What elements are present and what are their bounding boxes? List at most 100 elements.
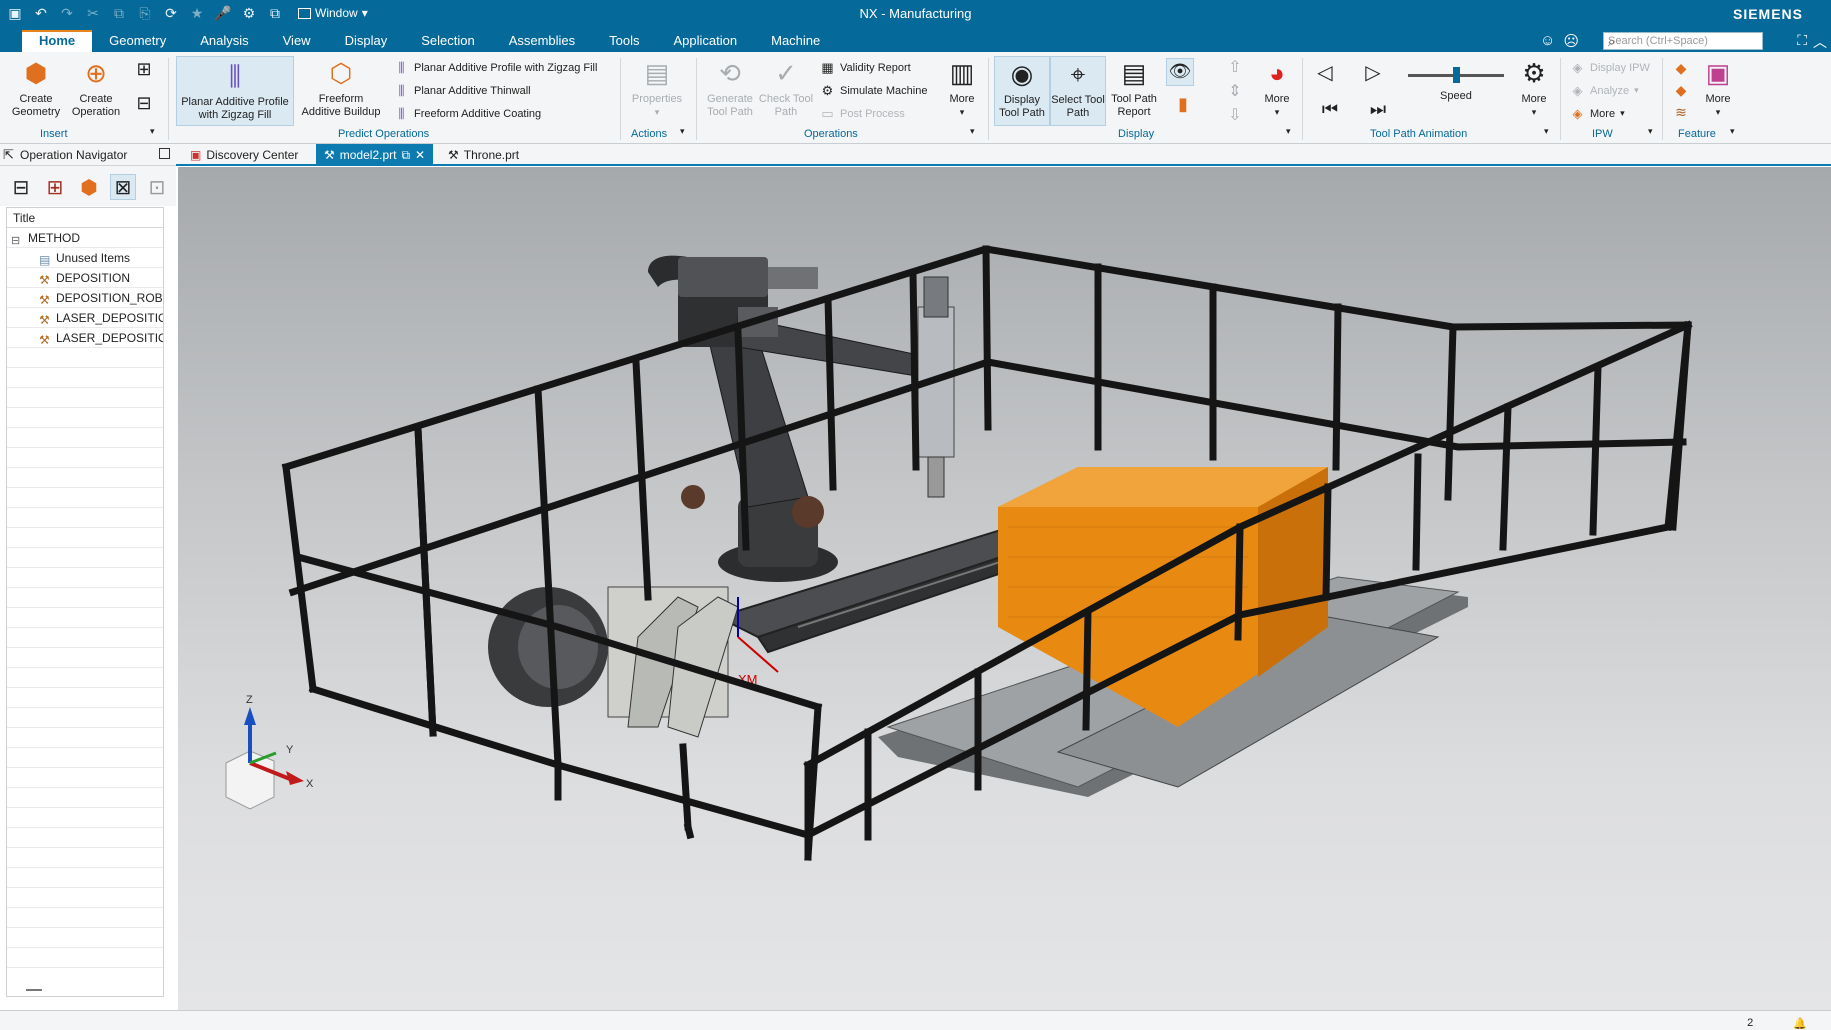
simulate-machine-button[interactable]: ⚙ Simulate Machine xyxy=(820,82,928,98)
feature-button-1[interactable]: ◆ xyxy=(1668,58,1694,81)
operations-more-button[interactable]: ▥ More ▾ xyxy=(940,56,984,119)
planar-additive-zigzag-small-button[interactable]: ⫼ Planar Additive Profile with Zigzag Fi… xyxy=(394,60,598,75)
machining-method-view-icon[interactable]: ⊠ xyxy=(110,174,136,200)
play-button[interactable]: ▷ xyxy=(1358,60,1388,89)
chevron-down-icon[interactable]: ▾ xyxy=(1286,126,1291,137)
maximize-icon[interactable] xyxy=(159,148,170,159)
next-operation-button[interactable]: ⏭ xyxy=(1358,96,1398,125)
tab-machine[interactable]: Machine xyxy=(754,30,837,52)
graphics-viewport[interactable]: XM Z Y X xyxy=(178,167,1831,1010)
display-ipw-button[interactable]: ◈ Display IPW xyxy=(1570,60,1650,75)
chevron-down-icon[interactable]: ▾ xyxy=(970,126,975,137)
speed-slider-track[interactable] xyxy=(1408,67,1504,83)
machine-tool-view-icon[interactable]: ⊞ xyxy=(42,174,68,200)
planar-additive-zigzag-button[interactable]: ⫼ Planar Additive Profile with Zigzag Fi… xyxy=(176,56,294,126)
display-tool-path-button[interactable]: ◉ Display Tool Path xyxy=(994,56,1050,126)
chevron-down-icon[interactable]: ▾ xyxy=(680,126,685,137)
create-tool-button[interactable]: ⊟ xyxy=(130,92,158,117)
display-options-button[interactable]: 👁 xyxy=(1166,58,1194,86)
move-down-button[interactable]: ⇩ xyxy=(1224,104,1246,129)
doc-tab-discovery-center[interactable]: ▣ Discovery Center xyxy=(182,144,306,166)
tab-analysis[interactable]: Analysis xyxy=(183,30,265,52)
feature-more-button[interactable]: ▣ More ▾ xyxy=(1696,56,1740,119)
view-triad: Z Y X xyxy=(225,694,314,810)
properties-button[interactable]: ▤ Properties ▾ xyxy=(624,56,690,119)
freeform-additive-buildup-button[interactable]: ⬡ Freeform Additive Buildup xyxy=(298,56,384,119)
chevron-down-icon[interactable]: ▾ xyxy=(1648,126,1653,137)
select-tool-path-button[interactable]: ⌖ Select Tool Path xyxy=(1050,56,1106,126)
window-menu[interactable]: Window ▾ xyxy=(298,6,368,20)
animation-more-button[interactable]: ⚙ More ▾ xyxy=(1512,56,1556,119)
more-views-icon[interactable]: ⊡ xyxy=(144,174,170,200)
simulate-icon: ⚙ xyxy=(821,82,834,98)
speed-slider-thumb[interactable] xyxy=(1452,67,1460,83)
check-tool-path-button[interactable]: ✓ Check Tool Path xyxy=(758,56,814,119)
create-operation-button[interactable]: ⊕ Create Operation xyxy=(66,56,126,119)
tree-row[interactable]: ⚒ DEPOSITION xyxy=(7,268,163,288)
generate-tool-path-button[interactable]: ⟲ Generate Tool Path xyxy=(700,56,760,119)
tab-geometry[interactable]: Geometry xyxy=(92,30,183,52)
tool-path-report-button[interactable]: ▤ Tool Path Report xyxy=(1106,56,1162,119)
undock-icon[interactable]: ⧉ xyxy=(401,148,410,163)
save-icon[interactable]: ▣ xyxy=(6,4,24,22)
feature-button-2[interactable]: ◆ xyxy=(1668,80,1694,103)
tree-rows: ⊟ METHOD ▤ Unused Items ⚒ DEPOSITION ⚒ DEPOSITI… xyxy=(7,228,163,348)
redo-icon[interactable]: ↷ xyxy=(58,4,76,22)
display-more-button[interactable]: ◕ More ▾ xyxy=(1252,56,1302,119)
move-updown-button[interactable]: ⇕ xyxy=(1224,80,1246,105)
collapse-ribbon-icon[interactable]: ︿ xyxy=(1813,32,1827,52)
close-icon[interactable]: ✕ xyxy=(415,148,425,162)
command-search[interactable]: Search (Ctrl+Space) ⌕ xyxy=(1603,32,1763,50)
tab-application[interactable]: Application xyxy=(657,30,755,52)
tab-assemblies[interactable]: Assemblies xyxy=(492,30,592,52)
undo-icon[interactable]: ↶ xyxy=(32,4,50,22)
cut-icon[interactable]: ✂ xyxy=(84,4,102,22)
doc-tab-throne[interactable]: ⚒ Throne.prt xyxy=(440,144,527,166)
scrollbar[interactable] xyxy=(26,989,42,991)
move-up-button[interactable]: ⇧ xyxy=(1224,56,1246,81)
tree-row[interactable]: ⚒ DEPOSITION_ROBC xyxy=(7,288,163,308)
chevron-down-icon[interactable]: ▾ xyxy=(150,126,155,137)
chevron-down-icon[interactable]: ▾ xyxy=(1730,126,1735,137)
fullscreen-icon[interactable]: ⛶ xyxy=(1797,32,1807,52)
touch-mode-icon[interactable]: ⚙ xyxy=(240,4,258,22)
switch-window-icon[interactable]: ⧉ xyxy=(266,4,284,22)
tab-display[interactable]: Display xyxy=(328,30,405,52)
tree-row[interactable]: ⚒ LASER_DEPOSITION xyxy=(7,328,163,348)
planar-additive-thinwall-button[interactable]: ⫼ Planar Additive Thinwall xyxy=(394,83,531,98)
tab-view[interactable]: View xyxy=(266,30,328,52)
frown-icon[interactable]: ☹ xyxy=(1563,32,1579,50)
post-process-button[interactable]: ▭ Post Process xyxy=(820,106,904,121)
freeform-additive-coating-button[interactable]: ⫼ Freeform Additive Coating xyxy=(394,106,542,121)
validity-report-button[interactable]: ▦ Validity Report xyxy=(820,60,910,75)
feature-button-3[interactable]: ≋ xyxy=(1668,102,1694,125)
minus-box-icon[interactable]: ⊟ xyxy=(11,231,25,247)
tree-row[interactable]: ⚒ LASER_DEPOSITION xyxy=(7,308,163,328)
column-header-title[interactable]: Title xyxy=(7,208,163,228)
repeat-command-icon[interactable]: ⟳ xyxy=(162,4,180,22)
tool-display-button[interactable]: ▮ xyxy=(1166,92,1200,119)
microphone-icon[interactable]: 🎤 xyxy=(214,4,232,22)
paste-icon[interactable]: ⎘ xyxy=(136,4,154,22)
create-program-button[interactable]: ⊞ xyxy=(130,58,158,83)
tab-home[interactable]: Home xyxy=(22,30,93,52)
tree-row-label: DEPOSITION_ROBC xyxy=(56,291,163,305)
tree-row[interactable]: ⊟ METHOD xyxy=(7,228,163,248)
copy-icon[interactable]: ⧉ xyxy=(110,4,128,22)
chevron-down-icon: ▾ xyxy=(1620,108,1625,118)
step-back-button[interactable]: ◁ xyxy=(1310,60,1340,89)
analyze-button[interactable]: ◈ Analyze ▾ xyxy=(1570,83,1639,98)
program-order-view-icon[interactable]: ⊟ xyxy=(8,174,34,200)
favorites-icon[interactable]: ★ xyxy=(188,4,206,22)
doc-tab-model2[interactable]: ⚒ model2.prt ⧉ ✕ xyxy=(316,144,434,166)
tab-tools[interactable]: Tools xyxy=(592,30,656,52)
tab-selection[interactable]: Selection xyxy=(404,30,491,52)
ipw-more-button[interactable]: ◈ More ▾ xyxy=(1570,106,1625,121)
method-icon: ⚒ xyxy=(39,293,50,307)
geometry-view-icon[interactable]: ⬢ xyxy=(76,174,102,200)
previous-operation-button[interactable]: ⏮ xyxy=(1310,96,1350,125)
tree-row[interactable]: ▤ Unused Items xyxy=(7,248,163,268)
create-geometry-button[interactable]: ⬢ Create Geometry xyxy=(2,56,70,119)
smile-icon[interactable]: ☺ xyxy=(1540,32,1555,50)
chevron-down-icon[interactable]: ▾ xyxy=(1544,126,1549,137)
